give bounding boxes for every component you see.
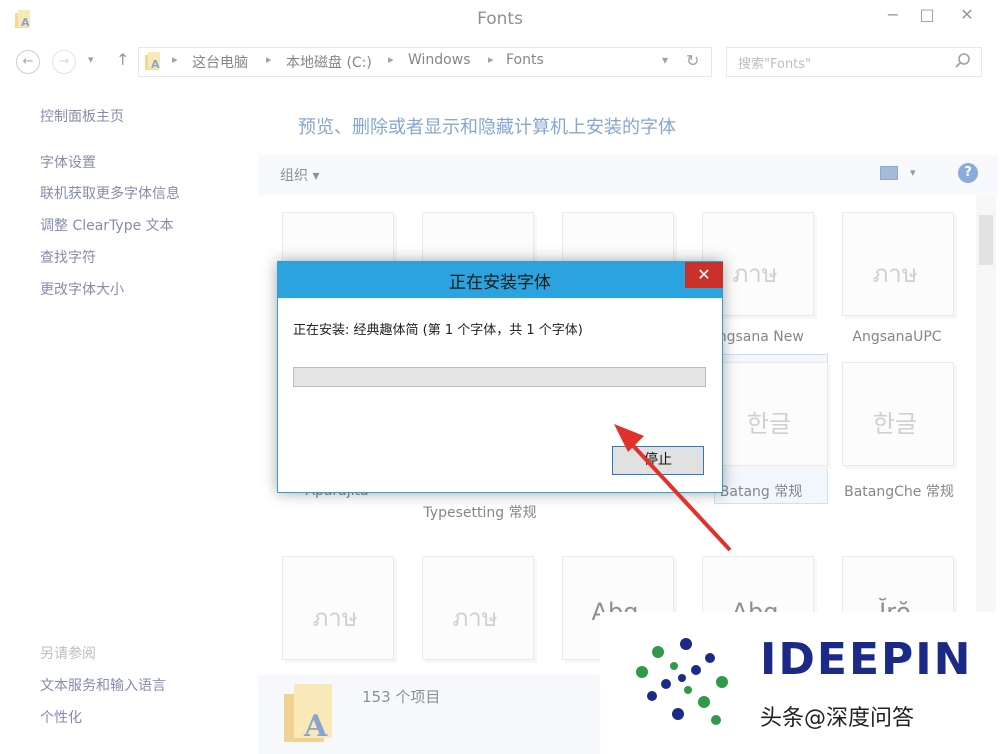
install-status-message: 正在安装: 经典趣体简 (第 1 个字体，共 1 个字体) [293,323,583,338]
annotation-arrow-icon [614,424,732,552]
install-progress-bar [293,367,706,387]
close-icon[interactable]: ✕ [685,262,723,288]
watermark-brand: IDEEPIN [760,634,973,685]
spiral-logo-icon [636,638,728,725]
watermark-caption: 头条@深度问答 [760,706,915,731]
dialog-title: 正在安装字体 [449,273,551,293]
